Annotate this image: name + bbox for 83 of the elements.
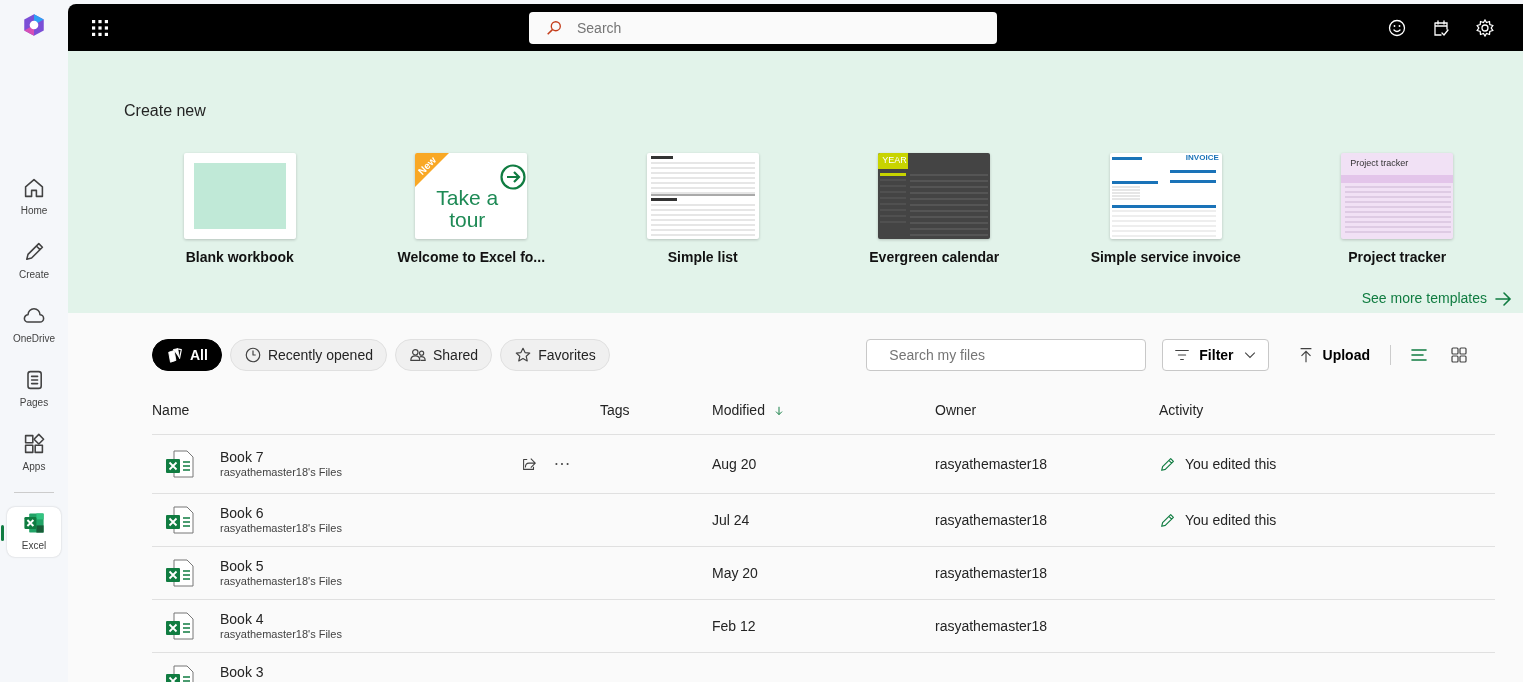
settings-icon[interactable]	[1475, 17, 1495, 38]
template-label: Simple list	[667, 248, 738, 267]
owner-name: rasyathemaster18	[935, 510, 1049, 530]
nav-item[interactable]: Create	[7, 236, 61, 286]
nav-item[interactable]: Excel	[7, 507, 61, 557]
pencil-icon	[1159, 511, 1177, 529]
nav-item[interactable]: Home	[7, 172, 61, 222]
thumbnail-title: Take a tour	[435, 187, 500, 231]
feedback-smiley-icon[interactable]	[1387, 17, 1407, 38]
filter-tab[interactable]: Shared	[394, 339, 493, 371]
spreadsheet-file-icon	[164, 610, 196, 642]
column-header[interactable]: Owner	[935, 400, 977, 421]
owner-name: rasyathemaster18	[935, 616, 1049, 636]
template-tile[interactable]: Project tracker Project tracker	[1281, 153, 1513, 268]
file-name[interactable]: Book 4	[220, 611, 520, 627]
star-icon	[514, 346, 533, 364]
search-files-field[interactable]: Search my files	[866, 339, 1147, 371]
thumbnail-text: INVOICE	[1185, 154, 1219, 162]
selection-indicator	[1, 525, 4, 541]
file-row[interactable]: Book 5 rasyathemaster18's Files May 20 rasyathemaster18	[152, 547, 1495, 600]
file-location: rasyathemaster18's Files	[220, 574, 343, 588]
files-stack-icon	[166, 346, 184, 364]
nav-item[interactable]: Pages	[7, 364, 61, 414]
file-name[interactable]: Book 5	[220, 558, 520, 574]
file-location: rasyathemaster18's Files	[220, 627, 343, 641]
file-name[interactable]: Book 3	[220, 664, 520, 680]
home-icon	[22, 176, 46, 200]
excel-logo-icon	[22, 511, 46, 535]
activity-text: You edited this	[1185, 510, 1277, 530]
file-name[interactable]: Book 6	[220, 505, 520, 521]
upload-button[interactable]: Upload	[1292, 344, 1374, 366]
column-header[interactable]: Activity	[1159, 400, 1204, 421]
template-tile[interactable]: INVOICE Simple service invoice	[1050, 153, 1282, 268]
thumbnail-text: Project tracker	[1350, 159, 1409, 168]
spreadsheet-file-icon	[164, 448, 196, 480]
arrow-circle-icon	[500, 164, 527, 190]
grid-view-icon[interactable]	[1449, 345, 1469, 365]
column-header[interactable]: Modified	[712, 400, 765, 421]
spreadsheet-file-icon	[164, 557, 196, 589]
search-field[interactable]: Search	[529, 11, 997, 44]
search-icon	[545, 18, 563, 37]
file-name[interactable]: Book 7	[220, 449, 520, 465]
file-row[interactable]: Book 3	[152, 653, 1495, 682]
filter-tab[interactable]: Recently opened	[229, 339, 387, 371]
filter-tab[interactable]: Favorites	[500, 339, 610, 371]
owner-name: rasyathemaster18	[935, 563, 1049, 583]
column-header[interactable]: Name	[152, 400, 190, 421]
template-label: Project tracker	[1348, 248, 1447, 267]
people-icon	[408, 346, 427, 364]
see-more-templates-link[interactable]: See more templates	[1361, 288, 1513, 309]
nav-item[interactable]: Apps	[7, 428, 61, 478]
ribbon-drawing	[415, 153, 450, 187]
modified-date: Aug 20	[712, 454, 758, 474]
clock-icon	[243, 346, 262, 364]
owner-name: rasyathemaster18	[935, 454, 1049, 474]
file-location: rasyathemaster18's Files	[220, 521, 343, 535]
template-tile[interactable]: Simple list	[587, 153, 819, 268]
template-label: Blank workbook	[185, 248, 294, 267]
modified-date: May 20	[712, 563, 759, 583]
file-row[interactable]: Book 4 rasyathemaster18's Files Feb 12 rasyathemaster18	[152, 600, 1495, 653]
app-logo-icon	[21, 12, 47, 38]
thumbnail-text: YEAR	[882, 156, 907, 165]
section-title: Create new	[124, 101, 207, 121]
file-row[interactable]: Book 6 rasyathemaster18's Files Jul 24 rasyathemaster18 You edited this	[152, 494, 1495, 547]
template-label: Welcome to Excel fo...	[397, 248, 546, 267]
template-label: Simple service invoice	[1090, 248, 1241, 267]
template-label: Evergreen calendar	[869, 248, 1000, 267]
file-row[interactable]: Book 7 rasyathemaster18's Files Aug 20 rasyathemaster18 You edited this	[152, 435, 1495, 494]
spreadsheet-file-icon	[164, 504, 196, 536]
filter-button[interactable]: Filter	[1162, 339, 1269, 371]
activity-text: You edited this	[1185, 454, 1277, 474]
share-icon[interactable]	[520, 455, 538, 473]
apps-icon	[22, 432, 46, 456]
modified-date: Feb 12	[712, 616, 757, 636]
filter-tab[interactable]: All	[152, 339, 222, 371]
column-header[interactable]: Tags	[600, 400, 630, 421]
app-launcher-icon	[92, 19, 108, 36]
template-tile[interactable]: YEAR Evergreen calendar	[818, 153, 1050, 268]
pencil-icon	[1159, 455, 1177, 473]
modified-date: Jul 24	[712, 510, 751, 530]
file-location: rasyathemaster18's Files	[220, 465, 343, 479]
template-tile[interactable]: Blank workbook	[124, 153, 356, 268]
nav-item[interactable]: OneDrive	[7, 300, 61, 350]
